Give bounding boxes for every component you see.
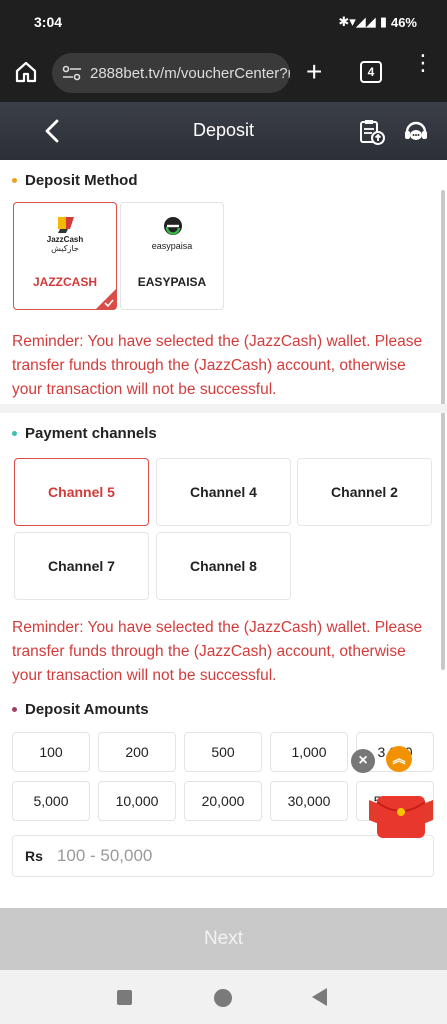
scroll-top-icon[interactable]: ︽ xyxy=(386,746,412,772)
amount-option[interactable]: 30,000 xyxy=(270,781,348,821)
amount-input[interactable]: Rs 100 - 50,000 xyxy=(12,835,434,877)
status-bar: 3:04 ✱▾◢◢ ▮ 46% xyxy=(0,0,447,44)
recents-icon[interactable] xyxy=(117,990,132,1005)
deposit-records-icon[interactable] xyxy=(358,118,386,146)
amount-option[interactable]: 500 xyxy=(184,732,262,772)
amount-placeholder: 100 - 50,000 xyxy=(56,846,153,865)
app-header: Deposit xyxy=(0,102,447,160)
amount-option[interactable]: 1,000 xyxy=(270,732,348,772)
new-tab-icon[interactable]: + xyxy=(306,58,322,86)
selected-check-icon xyxy=(96,289,116,309)
jazzcash-logo-text: JazzCash xyxy=(46,235,84,244)
section-dot xyxy=(12,707,17,712)
jazzcash-logo-subtext: جازکیش xyxy=(51,244,79,253)
url-bar[interactable]: 2888bet.tv/m/voucherCenter?r xyxy=(52,53,290,93)
amount-option[interactable]: 20,000 xyxy=(184,781,262,821)
channel-2-button[interactable]: Channel 2 xyxy=(297,458,432,526)
method-label: EASYPAISA xyxy=(137,275,207,289)
reminder-text: Reminder: You have selected the (JazzCas… xyxy=(12,619,423,684)
channel-8-button[interactable]: Channel 8 xyxy=(156,532,291,600)
status-time: 3:04 xyxy=(34,14,63,30)
system-nav-bar xyxy=(0,970,447,1024)
close-float-icon[interactable]: × xyxy=(351,749,375,773)
customer-support-icon[interactable] xyxy=(402,118,430,146)
home-icon[interactable] xyxy=(14,60,38,84)
method-easypaisa[interactable]: easypaisa EASYPAISA xyxy=(120,202,224,310)
method-label: JAZZCASH xyxy=(32,275,97,289)
amount-option[interactable]: 200 xyxy=(98,732,176,772)
battery-icon: ▮ xyxy=(379,14,387,29)
back-nav-icon[interactable] xyxy=(312,988,327,1006)
signal-icon: ✱▾◢◢ xyxy=(338,14,376,29)
status-icons: ✱▾◢◢ ▮ 46% xyxy=(338,14,417,30)
url-text: 2888bet.tv/m/voucherCenter?r xyxy=(90,64,290,82)
browser-toolbar: 2888bet.tv/m/voucherCenter?r + 4 ⋮ xyxy=(0,44,447,102)
channel-4-button[interactable]: Channel 4 xyxy=(156,458,291,526)
amount-option[interactable]: 5,000 xyxy=(12,781,90,821)
site-settings-icon[interactable] xyxy=(62,65,82,81)
channel-5-button[interactable]: Channel 5 xyxy=(14,458,149,526)
deposit-method-heading: Deposit Method xyxy=(12,172,138,189)
section-dot xyxy=(12,431,17,436)
home-nav-icon[interactable] xyxy=(214,989,232,1007)
battery-percent: 46% xyxy=(390,14,417,30)
amount-option[interactable]: 10,000 xyxy=(98,781,176,821)
currency-label: Rs xyxy=(25,848,43,864)
section-dot xyxy=(12,178,17,183)
method-jazzcash[interactable]: JazzCash جازکیش JAZZCASH xyxy=(13,202,117,310)
reminder-text: Reminder: You have selected the (JazzCas… xyxy=(12,333,423,398)
next-button[interactable]: Next xyxy=(0,908,447,970)
tab-switcher-icon[interactable]: 4 xyxy=(360,61,382,83)
payment-channels-heading: Payment channels xyxy=(12,425,157,442)
easypaisa-logo-text: easypaisa xyxy=(151,241,193,251)
red-envelope-icon[interactable] xyxy=(367,790,435,840)
channel-7-button[interactable]: Channel 7 xyxy=(14,532,149,600)
deposit-amounts-heading: Deposit Amounts xyxy=(12,701,149,718)
amount-option[interactable]: 100 xyxy=(12,732,90,772)
section-divider xyxy=(0,404,447,413)
page-scrollbar[interactable] xyxy=(441,190,445,670)
overflow-menu-icon[interactable]: ⋮ xyxy=(412,52,434,74)
